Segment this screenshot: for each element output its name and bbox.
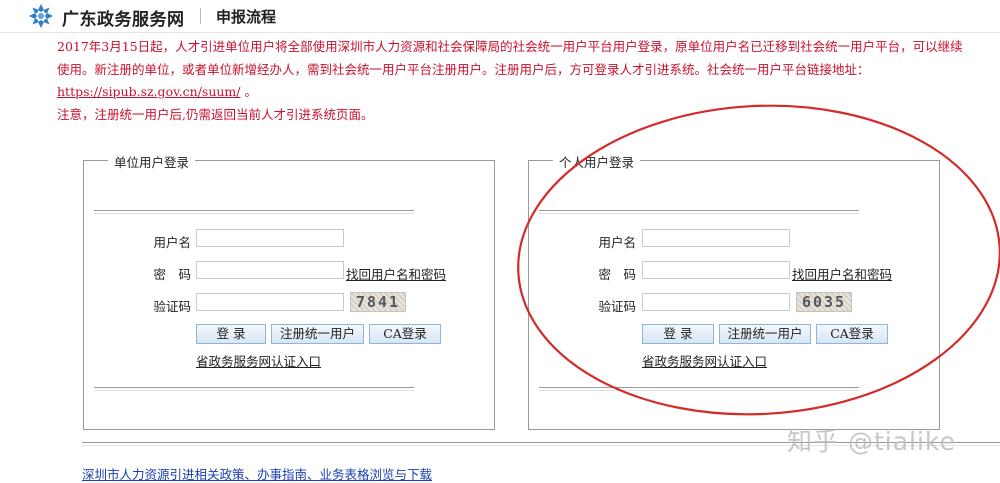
unit-captcha-input[interactable] [196,293,344,311]
personal-login-legend: 个人用户登录 [553,152,641,171]
unit-register-button[interactable]: 注册统一用户 [271,324,364,344]
page-tag: 申报流程 [216,8,277,26]
header-divider [200,8,201,24]
personal-login-panel: 个人用户登录 用户名 密 码 找回用户名和密码 验证码 6035 登 录 注册统… [528,152,940,430]
personal-captcha-input[interactable] [642,293,790,311]
divider [539,387,859,391]
divider [539,210,859,214]
personal-ca-login-button[interactable]: CA登录 [816,324,888,344]
username-label: 用户名 [153,235,191,250]
notice-paragraph: 2017年3月15日起，人才引进单位用户将全部使用深圳市人力资源和社会保障局的社… [57,36,972,104]
notice-text-end: 。 [240,84,257,99]
divider [94,387,414,391]
personal-password-input[interactable] [642,261,790,279]
personal-register-button[interactable]: 注册统一用户 [719,324,811,344]
unit-login-button[interactable]: 登 录 [196,324,266,344]
captcha-label: 验证码 [153,299,191,314]
unit-ca-login-button[interactable]: CA登录 [369,324,441,344]
captcha-label: 验证码 [598,299,636,314]
unit-captcha-image[interactable]: 7841 [350,292,406,312]
personal-captcha-image[interactable]: 6035 [796,292,852,312]
password-label: 密 码 [598,267,636,282]
unit-gov-auth-link[interactable]: 省政务服务网认证入口 [196,351,321,370]
unit-find-credentials-link[interactable]: 找回用户名和密码 [346,264,446,283]
policy-downloads-link[interactable]: 深圳市人力资源引进相关政策、办事指南、业务表格浏览与下载 [82,464,432,483]
top-bar: 广东政务服务网 申报流程 [0,0,1000,32]
site-brand[interactable]: 广东政务服务网 [62,5,185,30]
personal-find-credentials-link[interactable]: 找回用户名和密码 [792,264,892,283]
notice-block: 2017年3月15日起，人才引进单位用户将全部使用深圳市人力资源和社会保障局的社… [57,36,972,126]
personal-username-input[interactable] [642,229,790,247]
personal-gov-auth-link[interactable]: 省政务服务网认证入口 [642,351,767,370]
guangdong-gov-logo-icon [29,4,53,28]
unit-username-input[interactable] [196,229,344,247]
unit-password-input[interactable] [196,261,344,279]
header-divider-line [0,32,1000,33]
username-label: 用户名 [598,235,636,250]
zhihu-watermark: 知乎 @tialike [787,427,956,456]
password-label: 密 码 [153,267,191,282]
personal-login-button[interactable]: 登 录 [642,324,714,344]
divider [94,210,414,214]
notice-warning: 注意，注册统一用户后,仍需返回当前人才引进系统页面。 [57,106,374,122]
suum-link[interactable]: https://sipub.sz.gov.cn/suum/ [57,84,240,99]
notice-text: 2017年3月15日起，人才引进单位用户将全部使用深圳市人力资源和社会保障局的社… [57,39,963,77]
unit-login-legend: 单位用户登录 [108,152,196,171]
unit-login-panel: 单位用户登录 用户名 密 码 找回用户名和密码 验证码 7841 登 录 注册统… [83,152,495,430]
